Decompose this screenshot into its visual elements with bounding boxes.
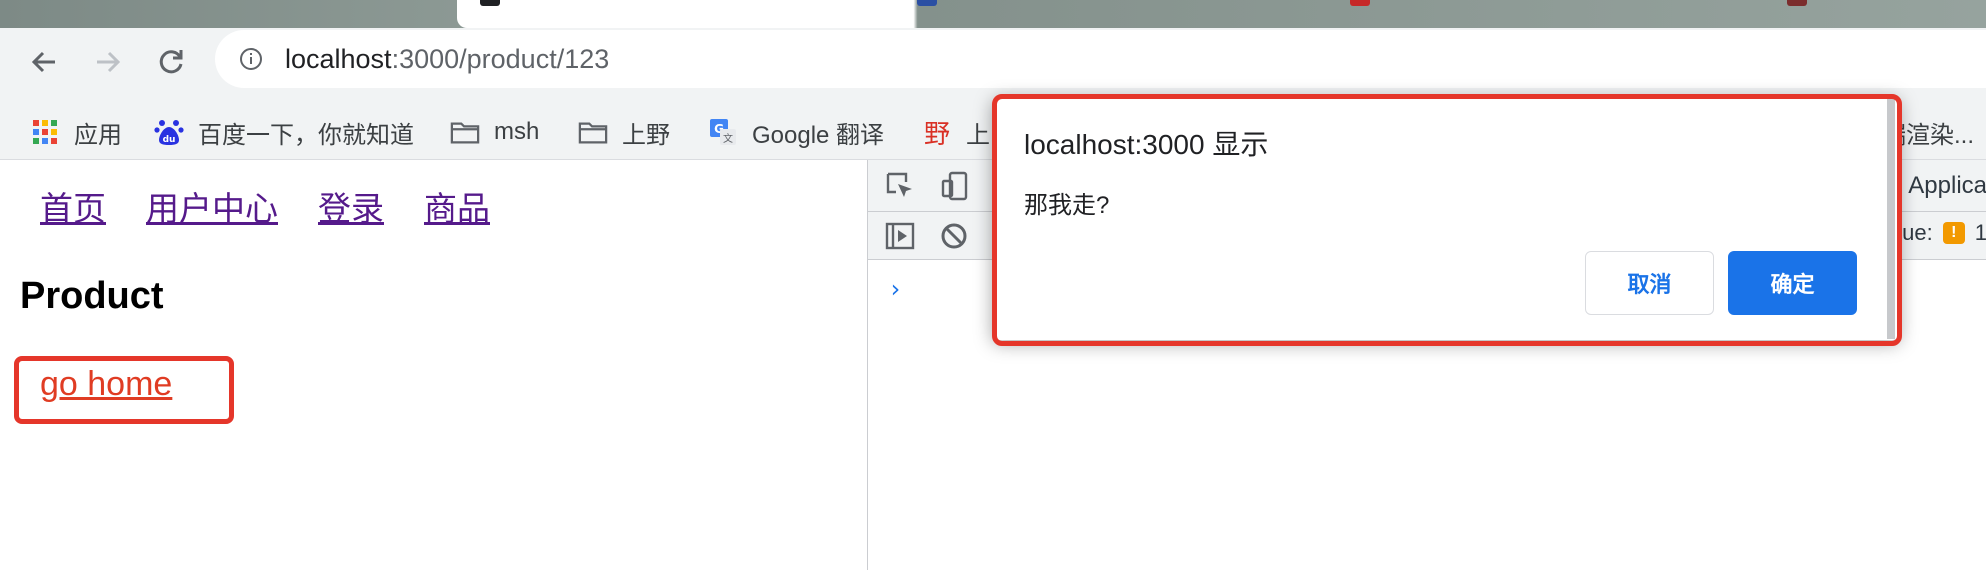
ye-icon: 野 (923, 118, 950, 149)
bookmark-label: 应用 (74, 121, 122, 149)
bookmark-google-translate[interactable]: G文 Google 翻译 (708, 112, 884, 152)
bookmark-shangye[interactable]: 上野 (578, 112, 670, 152)
bookmark-label: 百度一下，你就知道 (198, 121, 414, 149)
url-text[interactable]: localhost:3000/product/123 (285, 44, 609, 75)
inspect-element-button[interactable] (884, 170, 916, 202)
warning-icon: ! (1942, 222, 1965, 244)
inspect-icon (886, 172, 912, 197)
device-toolbar-button[interactable] (940, 170, 972, 202)
ok-button[interactable]: 确定 (1728, 251, 1857, 315)
tab-favicon-icon (917, 0, 937, 6)
nav-link-login[interactable]: 登录 (318, 182, 384, 230)
screen: localhost:3000/product/123 应用 du 百度一下，你就… (0, 0, 1986, 570)
device-icon (941, 171, 968, 201)
tab-strip (0, 0, 1986, 28)
bookmark-ye[interactable]: 野 上 (922, 112, 990, 152)
tab-application[interactable]: Applica (1908, 172, 1986, 200)
forward-button[interactable] (88, 42, 128, 82)
address-bar[interactable]: localhost:3000/product/123 (215, 30, 1986, 88)
cancel-button[interactable]: 取消 (1585, 251, 1714, 315)
back-arrow-icon (31, 51, 55, 73)
reload-icon (159, 50, 183, 74)
svg-text:du: du (163, 135, 176, 145)
svg-text:文: 文 (723, 132, 733, 145)
top-nav: 首页 用户中心 登录 商品 (40, 182, 490, 230)
folder-icon (450, 117, 480, 147)
tab-favicon-icon (1787, 0, 1807, 6)
forward-arrow-icon (97, 51, 121, 73)
apps-grid-icon (30, 117, 60, 147)
page-content: 首页 用户中心 登录 商品 Product go home (0, 160, 867, 570)
info-icon[interactable] (239, 47, 263, 71)
bookmark-label: 上野 (622, 121, 670, 149)
dialog-title: localhost:3000 显示 (1024, 129, 1269, 160)
active-tab[interactable] (457, 0, 894, 28)
url-path: :3000/product/123 (391, 44, 610, 74)
bookmark-baidu[interactable]: du 百度一下，你就知道 (154, 112, 414, 152)
nav-link-home[interactable]: 首页 (40, 182, 106, 230)
issues-count: 1 (1974, 220, 1986, 245)
folder-icon (578, 117, 608, 147)
reload-button[interactable] (151, 42, 191, 82)
bookmark-label: Google 翻译 (752, 121, 885, 149)
console-prompt[interactable]: › (888, 275, 902, 303)
page-title: Product (20, 275, 164, 317)
sidebar-play-icon (885, 222, 915, 250)
back-button[interactable] (24, 42, 64, 82)
bookmark-apps[interactable]: 应用 (30, 112, 122, 152)
tab-favicon-icon (480, 0, 500, 6)
go-home-link[interactable]: go home (40, 365, 172, 404)
google-translate-icon: G文 (708, 117, 738, 147)
dialog-scroll-edge (1887, 97, 1895, 339)
bookmark-label: 上 (966, 121, 990, 149)
toggle-sidebar-button[interactable] (884, 220, 916, 252)
bookmark-msh[interactable]: msh (450, 112, 539, 152)
block-icon (941, 223, 967, 249)
bookmark-label: msh (494, 118, 540, 145)
tab-favicon-icon (1350, 0, 1370, 6)
alert-dialog: localhost:3000 显示 那我走? 取消 确定 (992, 95, 1900, 340)
nav-link-products[interactable]: 商品 (424, 182, 490, 230)
dialog-message: 那我走? (1024, 192, 1110, 219)
clear-console-button[interactable] (938, 220, 970, 252)
url-host: localhost (285, 44, 392, 74)
baidu-icon: du (154, 117, 184, 147)
nav-link-user-center[interactable]: 用户中心 (146, 182, 278, 230)
